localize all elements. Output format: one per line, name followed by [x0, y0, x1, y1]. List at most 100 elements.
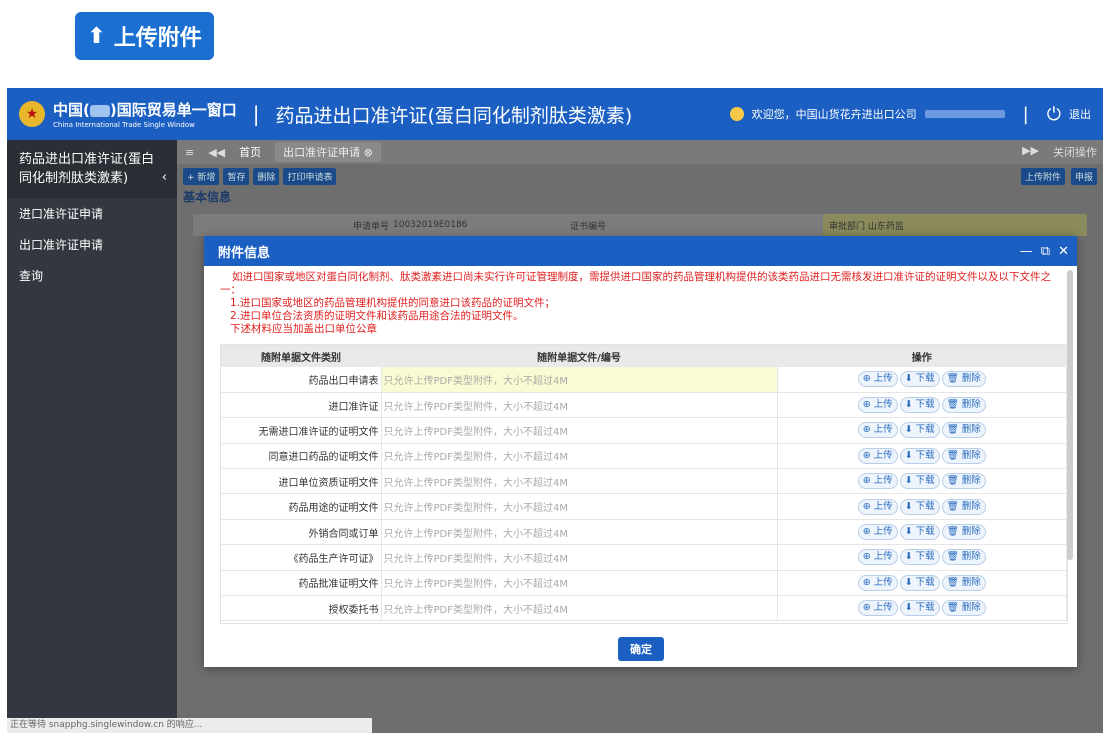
row-upload-button[interactable]: ⊕ 上传 [857, 397, 898, 414]
dept-field[interactable]: 审批部门 山东药监 [823, 214, 1087, 236]
row-download-button[interactable]: ⬇ 下载 [899, 574, 940, 591]
new-button[interactable]: + 新增 [183, 167, 220, 185]
power-icon[interactable]: ⏻ [1047, 104, 1061, 125]
close-icon[interactable]: ✕ [1058, 244, 1069, 259]
logout-link[interactable]: 退出 [1069, 106, 1091, 122]
row-upload-button[interactable]: ⊕ 上传 [857, 371, 898, 388]
row-delete-button[interactable]: 🗑 删除 [941, 574, 986, 591]
delete-label: 删除 [961, 602, 981, 614]
row-category: 同意进口药品的证明文件 [221, 443, 382, 470]
row-upload-button[interactable]: ⊕ 上传 [857, 524, 898, 541]
upload-label: 上传 [873, 449, 893, 461]
row-upload-button[interactable]: ⊕ 上传 [857, 574, 898, 591]
row-upload-button[interactable]: ⊕ 上传 [857, 600, 898, 617]
download-label: 下载 [915, 373, 935, 385]
row-delete-button[interactable]: 🗑 删除 [941, 371, 986, 388]
status-bar: 正在等待 snapphg.singlewindow.cn 的响应... [7, 718, 372, 733]
notice-line1: 如进口国家或地区对蛋白同化制剂、肽类激素进口尚未实行许可证管理制度，需提供进口国… [220, 271, 1051, 296]
row-delete-button[interactable]: 🗑 删除 [941, 447, 986, 464]
table-row: 进口单位资质证明文件 只允许上传PDF类型附件，大小不超过4M ⊕ 上传 ⬇ 下载 🗑 … [221, 468, 1067, 495]
menu-icon[interactable]: ≡ [185, 146, 194, 159]
welcome-text: 欢迎您，中国山货花卉进出口公司 [751, 108, 917, 121]
table-row: 同意进口药品的证明文件 只允许上传PDF类型附件，大小不超过4M ⊕ 上传 ⬇ 下载 🗑… [221, 443, 1067, 470]
row-download-button[interactable]: ⬇ 下载 [899, 473, 940, 490]
user-icon [729, 107, 744, 121]
file-field[interactable]: 只允许上传PDF类型附件，大小不超过4M [381, 519, 778, 546]
section-basic-info: 基本信息 [183, 190, 232, 204]
notice-line2: 1.进口国家或地区的药品管理机构提供的同意进口该药品的证明文件； [230, 297, 556, 309]
file-field[interactable]: 只允许上传PDF类型附件，大小不超过4M [381, 544, 778, 571]
delete-label: 删除 [961, 449, 981, 461]
upload-label: 上传 [873, 602, 893, 614]
close-icon[interactable]: ⊗ [364, 146, 373, 159]
maximize-icon[interactable]: ⧉ [1041, 244, 1050, 259]
toolbar-upload-button[interactable]: 上传附件 [1020, 167, 1065, 185]
tab-home[interactable]: 首页 [239, 144, 261, 160]
row-download-button[interactable]: ⬇ 下载 [899, 600, 940, 617]
file-field[interactable]: 只允许上传PDF类型附件，大小不超过4M [381, 595, 778, 622]
file-field[interactable]: 只允许上传PDF类型附件，大小不超过4M [381, 367, 778, 393]
row-download-button[interactable]: ⬇ 下载 [899, 524, 940, 541]
upload-icon: ⬆ [87, 23, 106, 49]
sidebar-item-query[interactable]: 查询 [7, 260, 177, 291]
tab-prev-icon[interactable]: ◀◀ [208, 146, 225, 159]
file-field[interactable]: 只允许上传PDF类型附件，大小不超过4M [381, 443, 778, 470]
close-ops-menu[interactable]: 关闭操作 [1053, 144, 1097, 160]
row-upload-button[interactable]: ⊕ 上传 [857, 473, 898, 490]
row-download-button[interactable]: ⬇ 下载 [899, 498, 940, 515]
national-emblem-logo: ★ [19, 101, 45, 127]
submit-button[interactable]: 申报 [1070, 167, 1097, 185]
table-row: 《药品生产许可证》 只允许上传PDF类型附件，大小不超过4M ⊕ 上传 ⬇ 下载 🗑 删… [221, 544, 1067, 571]
file-field[interactable]: 只允许上传PDF类型附件，大小不超过4M [381, 493, 778, 520]
file-field[interactable]: 只允许上传PDF类型附件，大小不超过4M [381, 417, 778, 444]
upload-attachment-button[interactable]: ⬆ 上传附件 [75, 12, 214, 60]
chevron-left-icon[interactable]: ‹ [162, 168, 167, 187]
row-download-button[interactable]: ⬇ 下载 [899, 549, 940, 566]
row-delete-button[interactable]: 🗑 删除 [941, 498, 986, 515]
upload-label: 上传 [873, 500, 893, 512]
row-category: 药品批准证明文件 [221, 570, 382, 597]
file-field[interactable]: 只允许上传PDF类型附件，大小不超过4M [381, 468, 778, 495]
tab-export-apply[interactable]: 出口准许证申请 ⊗ [275, 142, 381, 162]
row-category: 进口准许证 [221, 392, 382, 419]
row-delete-button[interactable]: 🗑 删除 [941, 549, 986, 566]
row-download-button[interactable]: ⬇ 下载 [899, 371, 940, 388]
row-upload-button[interactable]: ⊕ 上传 [857, 498, 898, 515]
download-label: 下载 [915, 399, 935, 411]
sidebar-title[interactable]: 药品进出口准许证(蛋白同化制剂肽类激素) ‹ [7, 140, 177, 198]
row-download-button[interactable]: ⬇ 下载 [899, 397, 940, 414]
row-delete-button[interactable]: 🗑 删除 [941, 473, 986, 490]
header-separator: | [252, 102, 260, 126]
delete-label: 删除 [961, 475, 981, 487]
row-delete-button[interactable]: 🗑 删除 [941, 397, 986, 414]
delete-label: 删除 [961, 399, 981, 411]
dialog-scrollbar[interactable] [1067, 270, 1073, 560]
tab-next-icon[interactable]: ▶▶ [1022, 144, 1039, 160]
row-delete-button[interactable]: 🗑 删除 [941, 600, 986, 617]
row-download-button[interactable]: ⬇ 下载 [899, 447, 940, 464]
toolbar: + 新增 暂存 删除 打印申请表 上传附件 申报 [177, 164, 1103, 188]
sidebar-item-export[interactable]: 出口准许证申请 [7, 229, 177, 260]
row-upload-button[interactable]: ⊕ 上传 [857, 447, 898, 464]
save-button[interactable]: 暂存 [223, 167, 250, 185]
table-row: 药品用途的证明文件 只允许上传PDF类型附件，大小不超过4M ⊕ 上传 ⬇ 下载 🗑 删… [221, 493, 1067, 520]
file-field[interactable]: 只允许上传PDF类型附件，大小不超过4M [381, 570, 778, 597]
row-delete-button[interactable]: 🗑 删除 [941, 524, 986, 541]
sidebar-title-label: 药品进出口准许证(蛋白同化制剂肽类激素) [19, 152, 155, 186]
sidebar: 药品进出口准许证(蛋白同化制剂肽类激素) ‹ 进口准许证申请 出口准许证申请 查… [7, 140, 177, 733]
print-button[interactable]: 打印申请表 [283, 167, 337, 185]
attachment-dialog: 附件信息 — ⧉ ✕ 如进口国家或地区对蛋白同化制剂、肽类激素进口尚未实行许可证… [204, 236, 1077, 667]
row-upload-button[interactable]: ⊕ 上传 [857, 422, 898, 439]
file-field[interactable]: 只允许上传PDF类型附件，大小不超过4M [381, 392, 778, 419]
row-upload-button[interactable]: ⊕ 上传 [857, 549, 898, 566]
table-row: 药品出口申请表 只允许上传PDF类型附件，大小不超过4M ⊕ 上传 ⬇ 下载 🗑 删除 [221, 367, 1067, 393]
table-row: 进口准许证 只允许上传PDF类型附件，大小不超过4M ⊕ 上传 ⬇ 下载 🗑 删除 [221, 392, 1067, 419]
download-label: 下载 [915, 526, 935, 538]
delete-label: 删除 [961, 424, 981, 436]
delete-button[interactable]: 删除 [253, 167, 280, 185]
minimize-icon[interactable]: — [1020, 244, 1033, 259]
sidebar-item-import[interactable]: 进口准许证申请 [7, 198, 177, 229]
row-delete-button[interactable]: 🗑 删除 [941, 422, 986, 439]
confirm-button[interactable]: 确定 [618, 637, 664, 661]
row-download-button[interactable]: ⬇ 下载 [899, 422, 940, 439]
